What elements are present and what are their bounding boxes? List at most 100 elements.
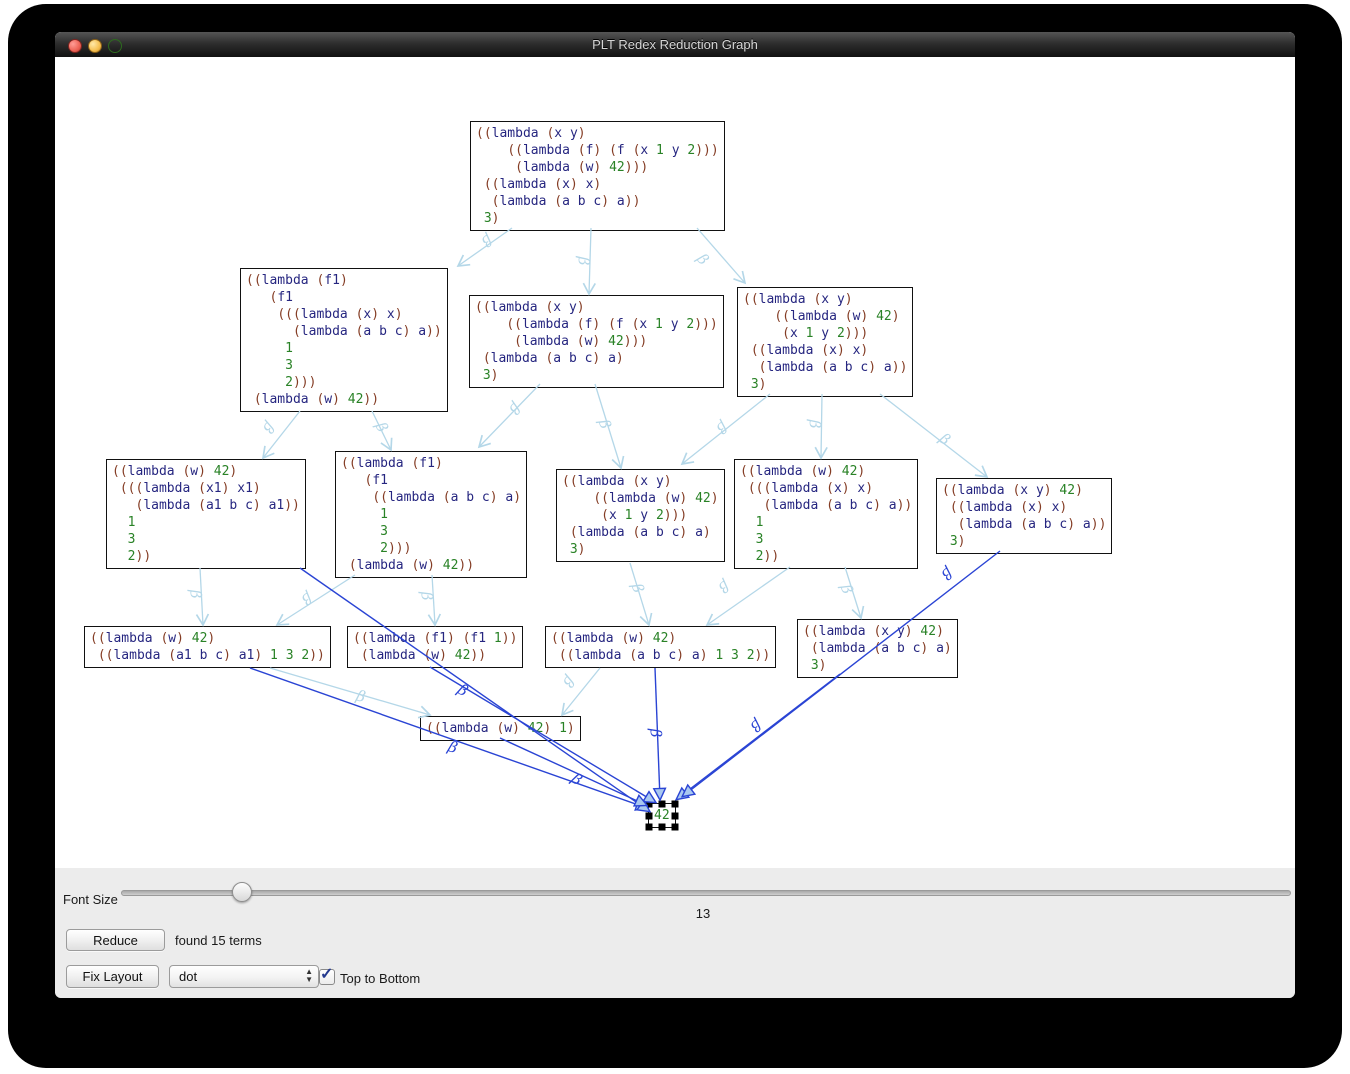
font-size-label: Font Size <box>63 892 118 907</box>
term-5[interactable]: ((lambda (w) 42) (((lambda (x1) x1) (lam… <box>106 459 306 569</box>
title-bar[interactable]: PLT Redex Reduction Graph <box>55 32 1295 58</box>
term-1[interactable]: ((lambda (x y) ((lambda (f) (f (x 1 y 2)… <box>470 121 725 231</box>
layout-select-value: dot <box>179 969 197 984</box>
reduction-edge <box>697 228 745 283</box>
reduction-edge <box>263 411 300 458</box>
term-text: ((lambda (x y) ((lambda (f) (f (x 1 y 2)… <box>471 122 724 230</box>
beta-edge-label: β <box>417 590 436 601</box>
stepper-arrows-icon: ▲▼ <box>305 968 313 984</box>
reduction-edge <box>682 394 770 464</box>
beta-edge-label: β <box>371 418 392 435</box>
reduction-edge <box>432 575 435 625</box>
term-6[interactable]: ((lambda (f1) (f1 ((lambda (a b c) a) 1 … <box>335 451 527 578</box>
beta-edge-label: β <box>647 727 665 738</box>
fix-layout-button[interactable]: Fix Layout <box>66 965 159 988</box>
reduction-edge <box>630 563 649 625</box>
term-4[interactable]: ((lambda (x y) ((lambda (w) 42) (x 1 y 2… <box>737 287 913 397</box>
beta-edge-label: β <box>713 417 732 437</box>
term-text: ((lambda (w) 42) ((lambda (a b c) a) 1 3… <box>546 627 775 667</box>
term-11[interactable]: ((lambda (f1) (f1 1)) (lambda (w) 42)) <box>347 626 523 668</box>
reduction-edge <box>458 228 512 266</box>
reduction-edge <box>277 575 355 625</box>
term-3[interactable]: ((lambda (x y) ((lambda (f) (f (x 1 y 2)… <box>469 295 724 388</box>
beta-edge-label: β <box>715 576 734 596</box>
app-window: PLT Redex Reduction Graph β β β β β β β β β β β β β β… <box>55 32 1295 998</box>
term-text: ((lambda (w) 42) 1) <box>421 717 580 740</box>
beta-edge-label: β <box>628 580 648 595</box>
reduction-edge <box>300 568 649 811</box>
selection-handle[interactable] <box>646 812 653 819</box>
reduction-edge <box>707 567 790 625</box>
beta-edge-label: β <box>353 686 368 706</box>
term-text: ((lambda (f1) (f1 1)) (lambda (w) 42)) <box>348 627 522 667</box>
selection-handle[interactable] <box>671 824 678 831</box>
term-text: ((lambda (w) 42) (((lambda (x) x) (lambd… <box>735 460 917 568</box>
term-2[interactable]: ((lambda (f1) (f1 (((lambda (x) x) (lamb… <box>240 268 448 412</box>
font-size-slider[interactable] <box>121 890 1291 896</box>
reduction-edge <box>372 411 391 450</box>
window-title: PLT Redex Reduction Graph <box>55 37 1295 52</box>
layout-select[interactable]: dot ▲▼ <box>169 965 319 988</box>
beta-edge-label: β <box>595 416 615 431</box>
term-text: ((lambda (f1) (f1 ((lambda (a b c) a) 1 … <box>336 452 526 577</box>
term-15[interactable]: 42 <box>648 803 676 828</box>
beta-edge-label: β <box>259 418 279 437</box>
term-text: ((lambda (x y) 42) (lambda (a b c) a) 3) <box>798 620 957 677</box>
selection-handle[interactable] <box>646 801 653 808</box>
reduction-edge <box>595 384 621 468</box>
beta-edge-label: β <box>186 588 205 599</box>
beta-edge-label: β <box>505 399 525 419</box>
top-to-bottom-checkbox[interactable]: ✓ <box>319 969 335 985</box>
term-text: ((lambda (x y) ((lambda (w) 42) (x 1 y 2… <box>738 288 912 396</box>
term-text: ((lambda (w) 42) ((lambda (a1 b c) a1) 1… <box>85 627 330 667</box>
beta-edge-label: β <box>693 249 713 268</box>
status-text: found 15 terms <box>175 933 262 948</box>
term-text: ((lambda (x y) ((lambda (w) 42) (x 1 y 2… <box>557 470 724 561</box>
reduction-edge <box>845 567 861 618</box>
reduction-edge <box>562 668 600 715</box>
checkmark-icon: ✓ <box>320 964 333 984</box>
top-to-bottom-label: Top to Bottom <box>340 971 420 986</box>
term-text: ((lambda (f1) (f1 (((lambda (x) x) (lamb… <box>241 269 447 411</box>
font-size-slider-thumb[interactable] <box>232 882 252 902</box>
beta-edge-label: β <box>747 715 766 735</box>
selection-handle[interactable] <box>671 801 678 808</box>
beta-edge-label: β <box>935 429 954 449</box>
term-8[interactable]: ((lambda (w) 42) (((lambda (x) x) (lambd… <box>734 459 918 569</box>
term-9[interactable]: ((lambda (x y) 42) ((lambda (x) x) (lamb… <box>936 478 1112 554</box>
reduction-edge <box>821 394 822 458</box>
selection-handle[interactable] <box>671 812 678 819</box>
beta-edge-label: β <box>567 769 585 789</box>
screen-background: PLT Redex Reduction Graph β β β β β β β β β β β β β β… <box>0 0 1350 1074</box>
reduce-button[interactable]: Reduce <box>66 929 165 951</box>
beta-edge-label: β <box>454 680 472 701</box>
reduction-edge <box>589 228 591 294</box>
beta-edge-label: β <box>559 672 579 691</box>
reduction-edge <box>655 668 660 799</box>
term-14[interactable]: ((lambda (w) 42) 1) <box>420 716 581 741</box>
term-7[interactable]: ((lambda (x y) ((lambda (w) 42) (x 1 y 2… <box>556 469 725 562</box>
term-text: ((lambda (x y) 42) ((lambda (x) x) (lamb… <box>937 479 1111 553</box>
selection-handle[interactable] <box>658 824 665 831</box>
beta-edge-label: β <box>938 563 957 583</box>
term-text: ((lambda (w) 42) (((lambda (x1) x1) (lam… <box>107 460 305 568</box>
beta-edge-label: β <box>837 581 857 596</box>
term-13[interactable]: ((lambda (x y) 42) (lambda (a b c) a) 3) <box>797 619 958 678</box>
reduction-edge <box>270 668 430 715</box>
beta-edge-label: β <box>298 588 316 609</box>
graph-canvas[interactable]: ββββββββββββββββββββββββ ((lambda (x y) … <box>55 57 1295 868</box>
selection-handle[interactable] <box>646 824 653 831</box>
term-text: ((lambda (x y) ((lambda (f) (f (x 1 y 2)… <box>470 296 723 387</box>
reduction-edge <box>479 384 540 447</box>
control-panel: Font Size 13 Reduce found 15 terms Fix L… <box>55 868 1295 998</box>
beta-edge-label: β <box>806 419 824 429</box>
reduction-edge <box>200 568 203 625</box>
beta-edge-label: β <box>575 255 593 266</box>
term-10[interactable]: ((lambda (w) 42) ((lambda (a1 b c) a1) 1… <box>84 626 331 668</box>
selection-handle[interactable] <box>658 801 665 808</box>
beta-edge-label: β <box>478 230 497 250</box>
reduction-edge <box>500 738 646 805</box>
term-12[interactable]: ((lambda (w) 42) ((lambda (a b c) a) 1 3… <box>545 626 776 668</box>
font-size-value: 13 <box>683 906 723 921</box>
reduction-edge <box>677 674 840 799</box>
